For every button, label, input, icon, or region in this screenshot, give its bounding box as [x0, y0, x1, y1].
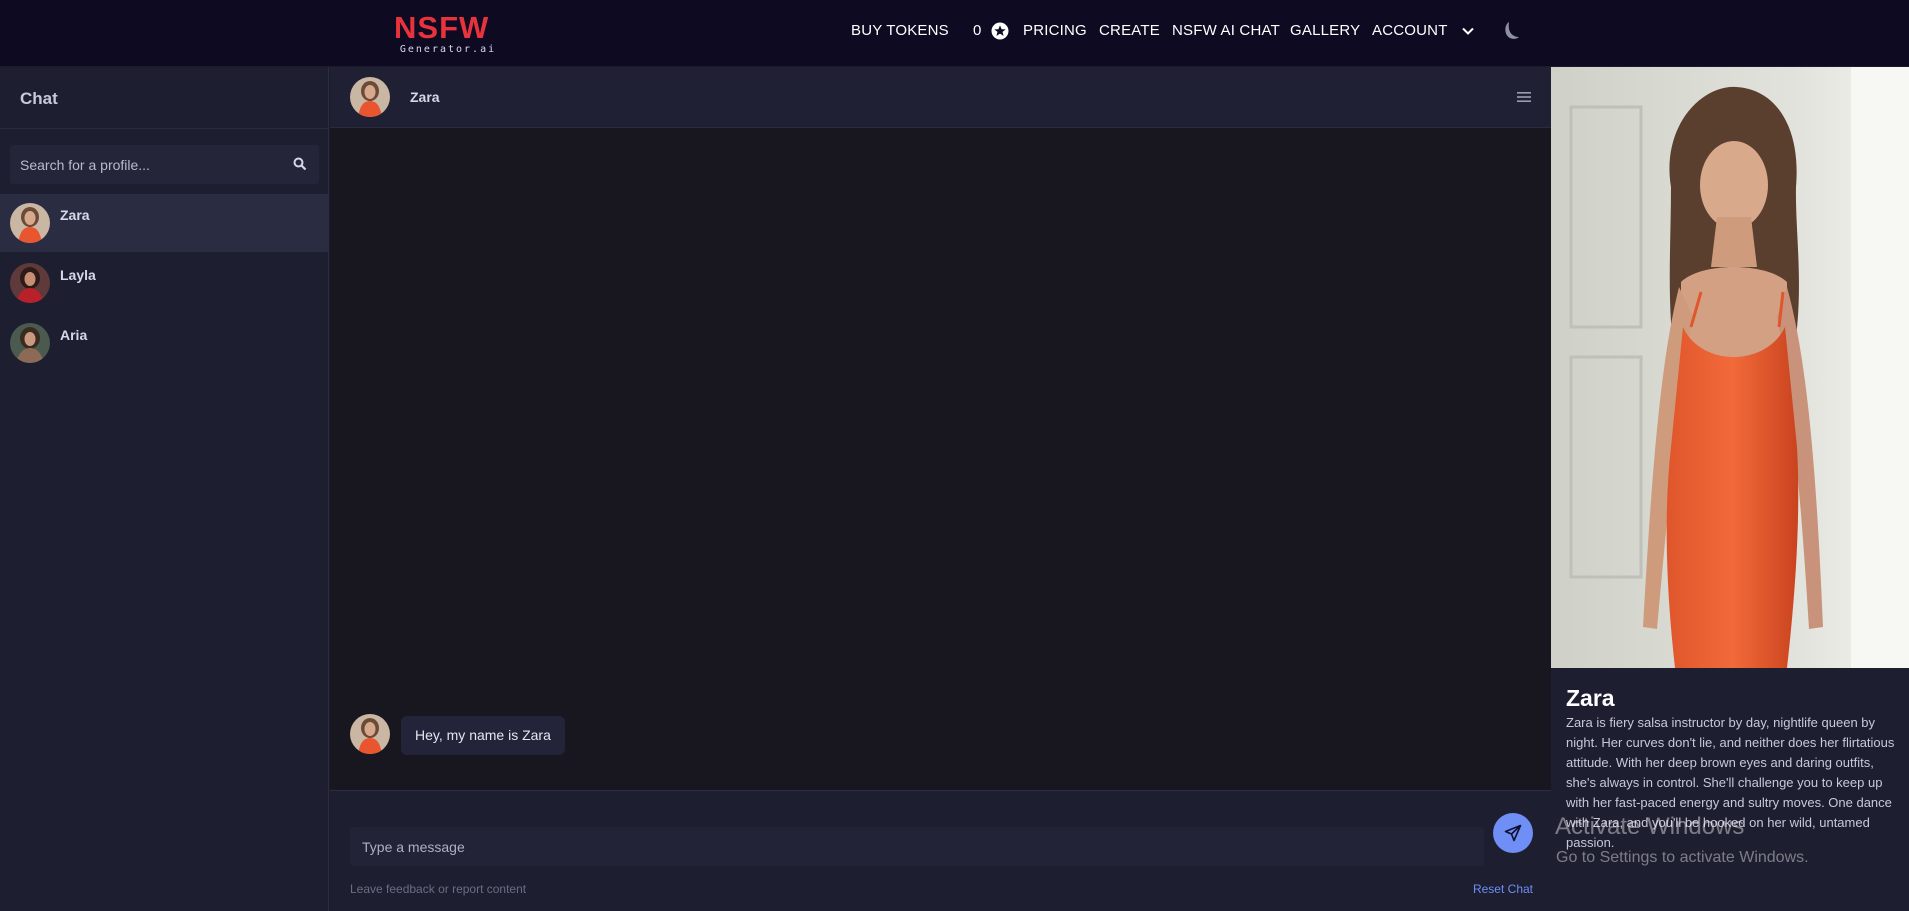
profile-panel: Zara Zara is fiery salsa instructor by d… [1551, 67, 1909, 911]
feedback-link[interactable]: Leave feedback or report content [350, 882, 526, 896]
profile-search-input[interactable] [20, 145, 290, 184]
chat-sidebar: Chat Zara Layla [0, 67, 329, 911]
avatar[interactable] [350, 77, 390, 117]
hamburger-menu-icon[interactable] [1517, 91, 1531, 103]
message-composer: Leave feedback or report content Reset C… [330, 791, 1551, 911]
chat-header-name: Zara [410, 89, 440, 105]
profile-panel-name: Zara [1566, 685, 1615, 711]
profile-portrait [1551, 67, 1909, 668]
message-bubble: Hey, my name is Zara [401, 716, 565, 755]
chat-window: Zara Hey, my name is Zara Leave feedback [330, 67, 1551, 911]
star-token-icon [991, 22, 1009, 40]
logo-sub-text: Generator.ai [399, 44, 497, 55]
message-input[interactable] [350, 827, 1484, 866]
nav-nsfw-ai-chat[interactable]: NSFW AI CHAT [1172, 22, 1280, 39]
sidebar-title: Chat [20, 89, 58, 108]
chevron-down-icon[interactable] [1461, 24, 1475, 38]
nav-pricing[interactable]: PRICING [1023, 22, 1087, 39]
message-avatar [350, 714, 390, 754]
windows-watermark-title: Activate Windows [1555, 813, 1745, 840]
profile-item-layla[interactable]: Layla [0, 254, 329, 312]
windows-watermark-subtitle: Go to Settings to activate Windows. [1556, 849, 1809, 866]
chat-header: Zara [330, 67, 1551, 128]
avatar [10, 323, 50, 363]
profile-item-aria[interactable]: Aria [0, 314, 329, 372]
logo[interactable]: NSFW Generator.ai [394, 12, 502, 56]
avatar [10, 203, 50, 243]
profile-search [10, 145, 319, 184]
send-button[interactable] [1493, 813, 1533, 853]
nav-create[interactable]: CREATE [1099, 22, 1160, 39]
nav-buy-tokens[interactable]: BUY TOKENS [851, 22, 949, 39]
profile-item-zara[interactable]: Zara [0, 194, 329, 252]
send-icon [1504, 824, 1522, 842]
moon-icon[interactable] [1500, 20, 1522, 42]
profile-name: Layla [60, 267, 96, 283]
avatar [10, 263, 50, 303]
message-list: Hey, my name is Zara [330, 128, 1551, 791]
profile-name: Zara [60, 207, 90, 223]
reset-chat-link[interactable]: Reset Chat [1473, 882, 1533, 896]
profile-name: Aria [60, 327, 88, 343]
token-count: 0 [973, 22, 982, 39]
sidebar-header: Chat [0, 67, 328, 129]
top-navbar: NSFW Generator.ai BUY TOKENS 0 PRICING C… [0, 0, 1909, 66]
nav-gallery[interactable]: GALLERY [1290, 22, 1360, 39]
nav-account[interactable]: ACCOUNT [1372, 22, 1448, 39]
logo-main-text: NSFW [394, 10, 490, 45]
search-icon[interactable] [293, 157, 307, 171]
